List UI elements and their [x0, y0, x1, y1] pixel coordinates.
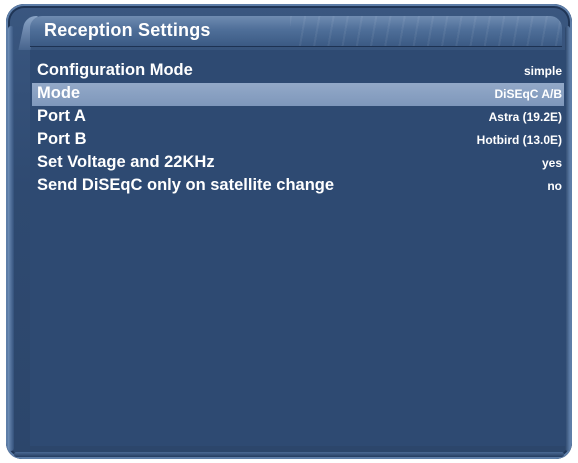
frame-left-bevel [8, 26, 14, 451]
setting-label: Mode [37, 84, 81, 102]
setting-row-diseqc-on-change[interactable]: Send DiSEqC only on satellite change no [32, 175, 564, 198]
setting-value: yes [541, 156, 562, 170]
setting-value: DiSEqC A/B [494, 87, 562, 101]
setting-row-configuration-mode[interactable]: Configuration Mode simple [32, 60, 564, 83]
setting-row-port-b[interactable]: Port B Hotbird (13.0E) [32, 129, 564, 152]
setting-label: Port A [37, 107, 86, 125]
setting-label: Configuration Mode [37, 61, 193, 79]
setting-label: Port B [37, 130, 87, 148]
setting-label: Set Voltage and 22KHz [37, 153, 215, 171]
window-title: Reception Settings [44, 20, 211, 40]
reception-settings-screen: Reception Settings Configuration Mode si… [0, 0, 578, 463]
setting-value: Astra (19.2E) [488, 110, 562, 124]
setting-value: simple [523, 64, 562, 78]
setting-row-port-a[interactable]: Port A Astra (19.2E) [32, 106, 564, 129]
frame-bottom-rail [14, 452, 564, 457]
setting-value: no [547, 179, 562, 193]
setting-row-voltage-22khz[interactable]: Set Voltage and 22KHz yes [32, 152, 564, 175]
setting-value: Hotbird (13.0E) [476, 133, 562, 147]
setting-row-mode[interactable]: Mode DiSEqC A/B [32, 83, 564, 106]
setting-label: Send DiSEqC only on satellite change [37, 176, 335, 194]
settings-list: Configuration Mode simple Mode DiSEqC A/… [32, 60, 564, 198]
